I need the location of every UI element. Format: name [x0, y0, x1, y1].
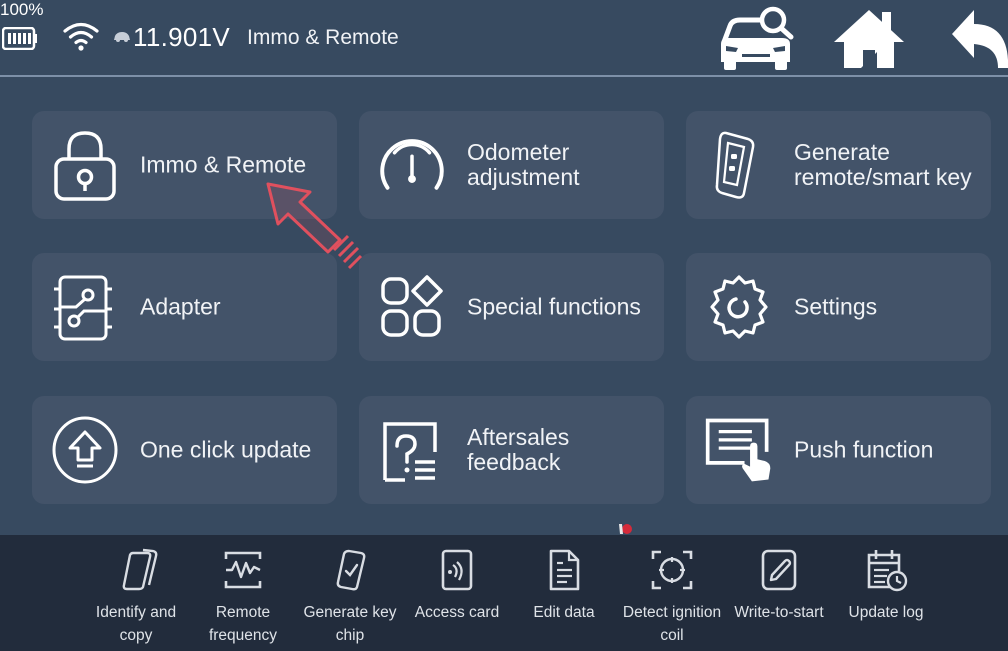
car-search-icon: [721, 6, 794, 70]
wifi-icon: [63, 22, 99, 51]
bottom-item-detect-ignition-coil[interactable]: Detect ignition coil: [617, 535, 727, 651]
bottom-item-remote-frequency[interactable]: Remote frequency: [188, 535, 298, 651]
tile-label: Adapter: [140, 293, 221, 320]
bottom-toolbar: Identify and copy Remote frequency Gener…: [0, 535, 1008, 651]
nfc-card-icon: [441, 549, 473, 591]
tile-label: Odometer adjustment: [467, 139, 580, 190]
circuit-chip-icon: [54, 275, 112, 341]
gauge-icon: [380, 139, 444, 190]
touch-indicator-icon: [619, 524, 632, 534]
tile-label: Push function: [794, 436, 934, 463]
bottom-item-label: Update log: [848, 604, 924, 621]
bottom-item-label: Generate key chip: [303, 604, 397, 644]
bottom-item-label: Remote frequency: [208, 604, 278, 644]
tile-adapter[interactable]: Adapter: [32, 253, 337, 361]
back-button[interactable]: [948, 4, 1008, 72]
shapes-grid-icon: [381, 275, 443, 337]
tile-generate-remote-smart-key[interactable]: Generate remote/smart key: [686, 111, 991, 219]
upload-arrow-icon: [52, 416, 118, 484]
back-arrow-icon: [952, 10, 1008, 68]
bottom-item-update-log[interactable]: Update log: [831, 535, 941, 651]
bottom-item-label: Edit data: [533, 604, 595, 621]
tile-special-functions[interactable]: Special functions: [359, 253, 664, 361]
header-divider: [0, 75, 1008, 77]
tile-one-click-update[interactable]: One click update: [32, 396, 337, 504]
bottom-item-generate-key-chip[interactable]: Generate key chip: [295, 535, 405, 651]
tile-odometer-adjustment[interactable]: Odometer adjustment: [359, 111, 664, 219]
tile-immo-remote[interactable]: Immo & Remote: [32, 111, 337, 219]
document-icon: [549, 549, 580, 591]
home-button[interactable]: [830, 4, 908, 72]
cards-copy-icon: [122, 548, 158, 591]
voltage-readout: 11.901V: [133, 22, 231, 52]
status-header: 100% 11.901V Immo & Remote: [0, 0, 1008, 76]
bottom-item-label: Identify and copy: [95, 604, 177, 644]
bottom-item-label: Access card: [414, 604, 500, 621]
tile-aftersales-feedback[interactable]: Aftersales feedback: [359, 396, 664, 504]
bottom-item-identify-and-copy[interactable]: Identify and copy: [81, 535, 191, 651]
tile-settings[interactable]: Settings: [686, 253, 991, 361]
key-fob-icon: [715, 131, 755, 199]
bottom-item-label: Detect ignition coil: [622, 604, 722, 644]
touch-screen-icon: [705, 418, 771, 482]
chip-check-icon: [336, 549, 366, 591]
tile-label: Immo & Remote: [140, 151, 307, 178]
battery-icon: [2, 27, 37, 50]
question-list-icon: [383, 422, 437, 482]
bottom-item-edit-data[interactable]: Edit data: [509, 535, 619, 651]
tile-label: Aftersales feedback: [467, 424, 570, 475]
tile-push-function[interactable]: Push function: [686, 396, 991, 504]
bottom-item-access-card[interactable]: Access card: [402, 535, 512, 651]
tile-label: Settings: [794, 293, 878, 320]
tile-label: One click update: [140, 436, 312, 463]
bottom-item-label: Write-to-start: [734, 604, 824, 621]
padlock-icon: [54, 131, 116, 201]
tile-label: Generate remote/smart key: [794, 139, 972, 190]
bottom-item-write-to-start[interactable]: Write-to-start: [724, 535, 834, 651]
page-title: Immo & Remote: [247, 26, 399, 49]
calendar-clock-icon: [867, 550, 908, 592]
battery-percent: 100%: [0, 0, 44, 19]
waveform-icon: [224, 551, 262, 589]
target-scan-icon: [651, 550, 693, 590]
tile-label: Special functions: [467, 293, 641, 320]
gear-icon: [710, 275, 768, 339]
vehicle-search-button[interactable]: [716, 4, 796, 72]
car-battery-icon: [114, 32, 130, 42]
home-icon: [834, 10, 904, 68]
pencil-square-icon: [761, 549, 797, 591]
